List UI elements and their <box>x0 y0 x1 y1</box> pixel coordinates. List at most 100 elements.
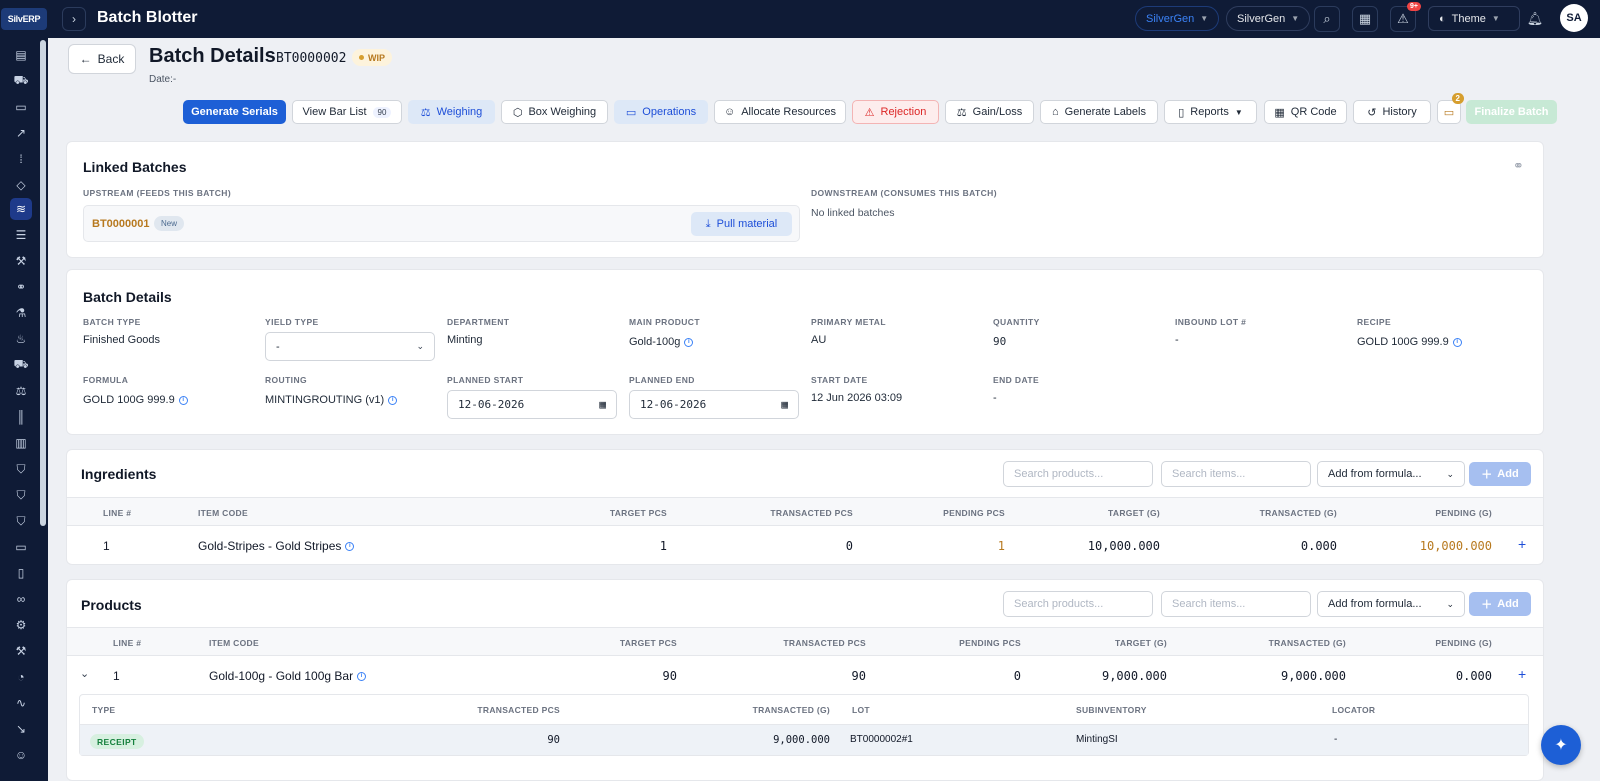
products-search-products-input[interactable]: Search products... <box>1003 591 1153 617</box>
org-selector-2[interactable]: SilverGen ▼ <box>1226 6 1311 31</box>
sub-locator-cell: - <box>1334 734 1338 745</box>
info-icon[interactable]: i <box>357 672 367 682</box>
box-weighing-label: Box Weighing <box>528 106 597 118</box>
sidebar-item-settings[interactable]: ⚙ <box>10 614 32 636</box>
sidebar-item-security-2[interactable]: ⛉ <box>10 484 32 506</box>
ingredients-search-items-input[interactable]: Search items... <box>1161 461 1311 487</box>
ingredients-add-from-formula-select[interactable]: Add from formula... ⌄ <box>1317 461 1465 487</box>
info-icon[interactable]: i <box>178 395 188 405</box>
batch-details-title: Batch Details <box>83 289 172 305</box>
chevron-down-icon[interactable]: ⌄ <box>80 667 89 680</box>
item-text: Gold-100g - Gold 100g Bar <box>209 669 354 683</box>
routing-label: ROUTING <box>265 375 307 385</box>
operations-button[interactable]: ▭ Operations <box>614 100 708 124</box>
sidebar-item-tools[interactable]: ⚒ <box>10 250 32 272</box>
formula-label: FORMULA <box>83 375 129 385</box>
page-scrollbar[interactable] <box>1590 38 1600 781</box>
top-bar: SilvERP › Batch Blotter SilverGen ▼ Silve… <box>0 0 1600 38</box>
sidebar-item-weighing[interactable]: ⚖ <box>10 380 32 402</box>
sidebar-item-delivery[interactable]: ⛟ <box>10 354 32 376</box>
info-icon[interactable]: i <box>345 542 355 552</box>
chevron-down-icon: ⌄ <box>1446 468 1454 479</box>
sidebar-toggle-button[interactable]: › <box>62 7 86 31</box>
reports-dropdown[interactable]: ▯ Reports ▼ <box>1164 100 1257 124</box>
user-avatar[interactable]: SA <box>1560 4 1588 32</box>
theme-selector[interactable]: ◐ Theme ▼ <box>1428 6 1520 31</box>
sidebar-scrollbar[interactable] <box>40 40 46 526</box>
generate-serials-button[interactable]: Generate Serials <box>183 100 286 124</box>
gain-loss-button[interactable]: ⚖ Gain/Loss <box>945 100 1034 124</box>
planned-start-input[interactable]: 12-06-2026 ▦ <box>447 390 617 419</box>
sidebar-item-reports[interactable]: ▥ <box>10 432 32 454</box>
sidebar-item-security-1[interactable]: ⛉ <box>10 458 32 480</box>
generate-labels-button[interactable]: ⌂ Generate Labels <box>1040 100 1158 124</box>
sidebar-item-users[interactable]: ☺ <box>10 744 32 766</box>
rejection-button[interactable]: ⚠ Rejection <box>852 100 939 124</box>
search-button[interactable]: ⌕ <box>1314 6 1340 32</box>
sidebar-item-inventory[interactable]: ☰ <box>10 224 32 246</box>
sidebar-item-links[interactable]: ∞ <box>10 588 32 610</box>
tag-icon: ⌂ <box>1052 106 1059 118</box>
sidebar-item-tasks[interactable]: ▭ <box>10 536 32 558</box>
calendar-icon[interactable]: ▦ <box>599 398 606 411</box>
sidebar-item-security-3[interactable]: ⛉ <box>10 510 32 532</box>
sidebar-item-gems[interactable]: ◇ <box>10 174 32 196</box>
sidebar-item-dashboard[interactable]: ▤ <box>10 44 32 66</box>
sidebar-item-furnace[interactable]: ♨ <box>10 328 32 350</box>
finalize-batch-button[interactable]: Finalize Batch <box>1466 100 1557 124</box>
upstream-label: UPSTREAM (FEEDS THIS BATCH) <box>83 188 232 198</box>
view-bar-list-button[interactable]: View Bar List 90 <box>292 100 402 124</box>
add-line-icon[interactable]: + <box>1518 536 1526 552</box>
bar-chart-icon: ▥ <box>15 436 27 450</box>
routing-value: MINTINGROUTING (v1) i <box>265 394 398 406</box>
sidebar-item-bars[interactable]: ⁞ <box>10 148 32 170</box>
box-weighing-button[interactable]: ⬡ Box Weighing <box>501 100 608 124</box>
ingredients-search-products-input[interactable]: Search products... <box>1003 461 1153 487</box>
calendar-icon[interactable]: ▦ <box>781 398 788 411</box>
checklist-button[interactable]: ▭ 2 <box>1437 93 1464 124</box>
users-icon: ☺ <box>14 748 28 762</box>
upstream-batch-code[interactable]: BT0000001 <box>92 218 150 230</box>
ingredients-add-button[interactable]: ＋ Add <box>1469 462 1531 486</box>
info-icon[interactable]: i <box>388 395 398 405</box>
sidebar-item-barcodes[interactable]: ║ <box>10 406 32 428</box>
alert-triangle-icon: ⚠ <box>1397 11 1409 26</box>
sidebar-item-routing[interactable]: ⚭ <box>10 276 32 298</box>
sidebar-item-batches[interactable]: ≋ <box>10 198 32 220</box>
qr-code-button[interactable]: ▦ QR Code <box>1264 100 1347 124</box>
products-add-button[interactable]: ＋ Add <box>1469 592 1531 616</box>
alerts-button[interactable]: ⚠ 9+ <box>1390 2 1421 32</box>
notifications-button[interactable]: 🔔︎ <box>1522 6 1548 32</box>
sidebar-item-activity[interactable]: ∿ <box>10 692 32 714</box>
back-button[interactable]: ← Back <box>68 44 136 74</box>
sidebar-item-trends[interactable]: ↘ <box>10 718 32 740</box>
sidebar-item-lab[interactable]: ⚗ <box>10 302 32 324</box>
qr-scan-button[interactable]: ▦ <box>1352 6 1378 32</box>
sidebar-item-gauge[interactable]: ◔ <box>10 666 32 688</box>
weighing-button[interactable]: ⚖ Weighing <box>408 100 495 124</box>
sidebar-item-analytics[interactable]: ↗ <box>10 122 32 144</box>
pending-pcs-cell: 0 <box>1013 669 1021 683</box>
history-button[interactable]: ↺ History <box>1353 100 1431 124</box>
allocate-resources-button[interactable]: ☺ Allocate Resources <box>714 100 846 124</box>
sidebar-item-maintenance[interactable]: ⚒ <box>10 640 32 662</box>
planned-end-value: 12-06-2026 <box>640 398 707 411</box>
info-icon[interactable]: i <box>1452 337 1462 347</box>
products-search-items-input[interactable]: Search items... <box>1161 591 1311 617</box>
link-icon[interactable]: ⚭ <box>1513 158 1524 174</box>
org-selector-1[interactable]: SilverGen ▼ <box>1135 6 1220 31</box>
wrench-icon: ⚒ <box>15 254 27 268</box>
sidebar-item-orders[interactable]: ▭ <box>10 96 32 118</box>
yield-type-select[interactable]: - ⌄ <box>265 332 435 361</box>
wrench-icon: ⚒ <box>15 644 27 658</box>
info-icon[interactable]: i <box>684 337 694 347</box>
sidebar-item-shipping[interactable]: ⛟ <box>10 70 32 92</box>
ai-assistant-button[interactable]: ✦ <box>1541 725 1581 765</box>
planned-end-input[interactable]: 12-06-2026 ▦ <box>629 390 799 419</box>
products-add-from-formula-select[interactable]: Add from formula... ⌄ <box>1317 591 1465 617</box>
pull-material-button[interactable]: ⤓ Pull material <box>691 212 792 236</box>
app-logo[interactable]: SilvERP <box>0 6 48 32</box>
add-label: Add <box>1497 598 1519 610</box>
sidebar-item-documents[interactable]: ▯ <box>10 562 32 584</box>
add-line-icon[interactable]: + <box>1518 666 1526 682</box>
